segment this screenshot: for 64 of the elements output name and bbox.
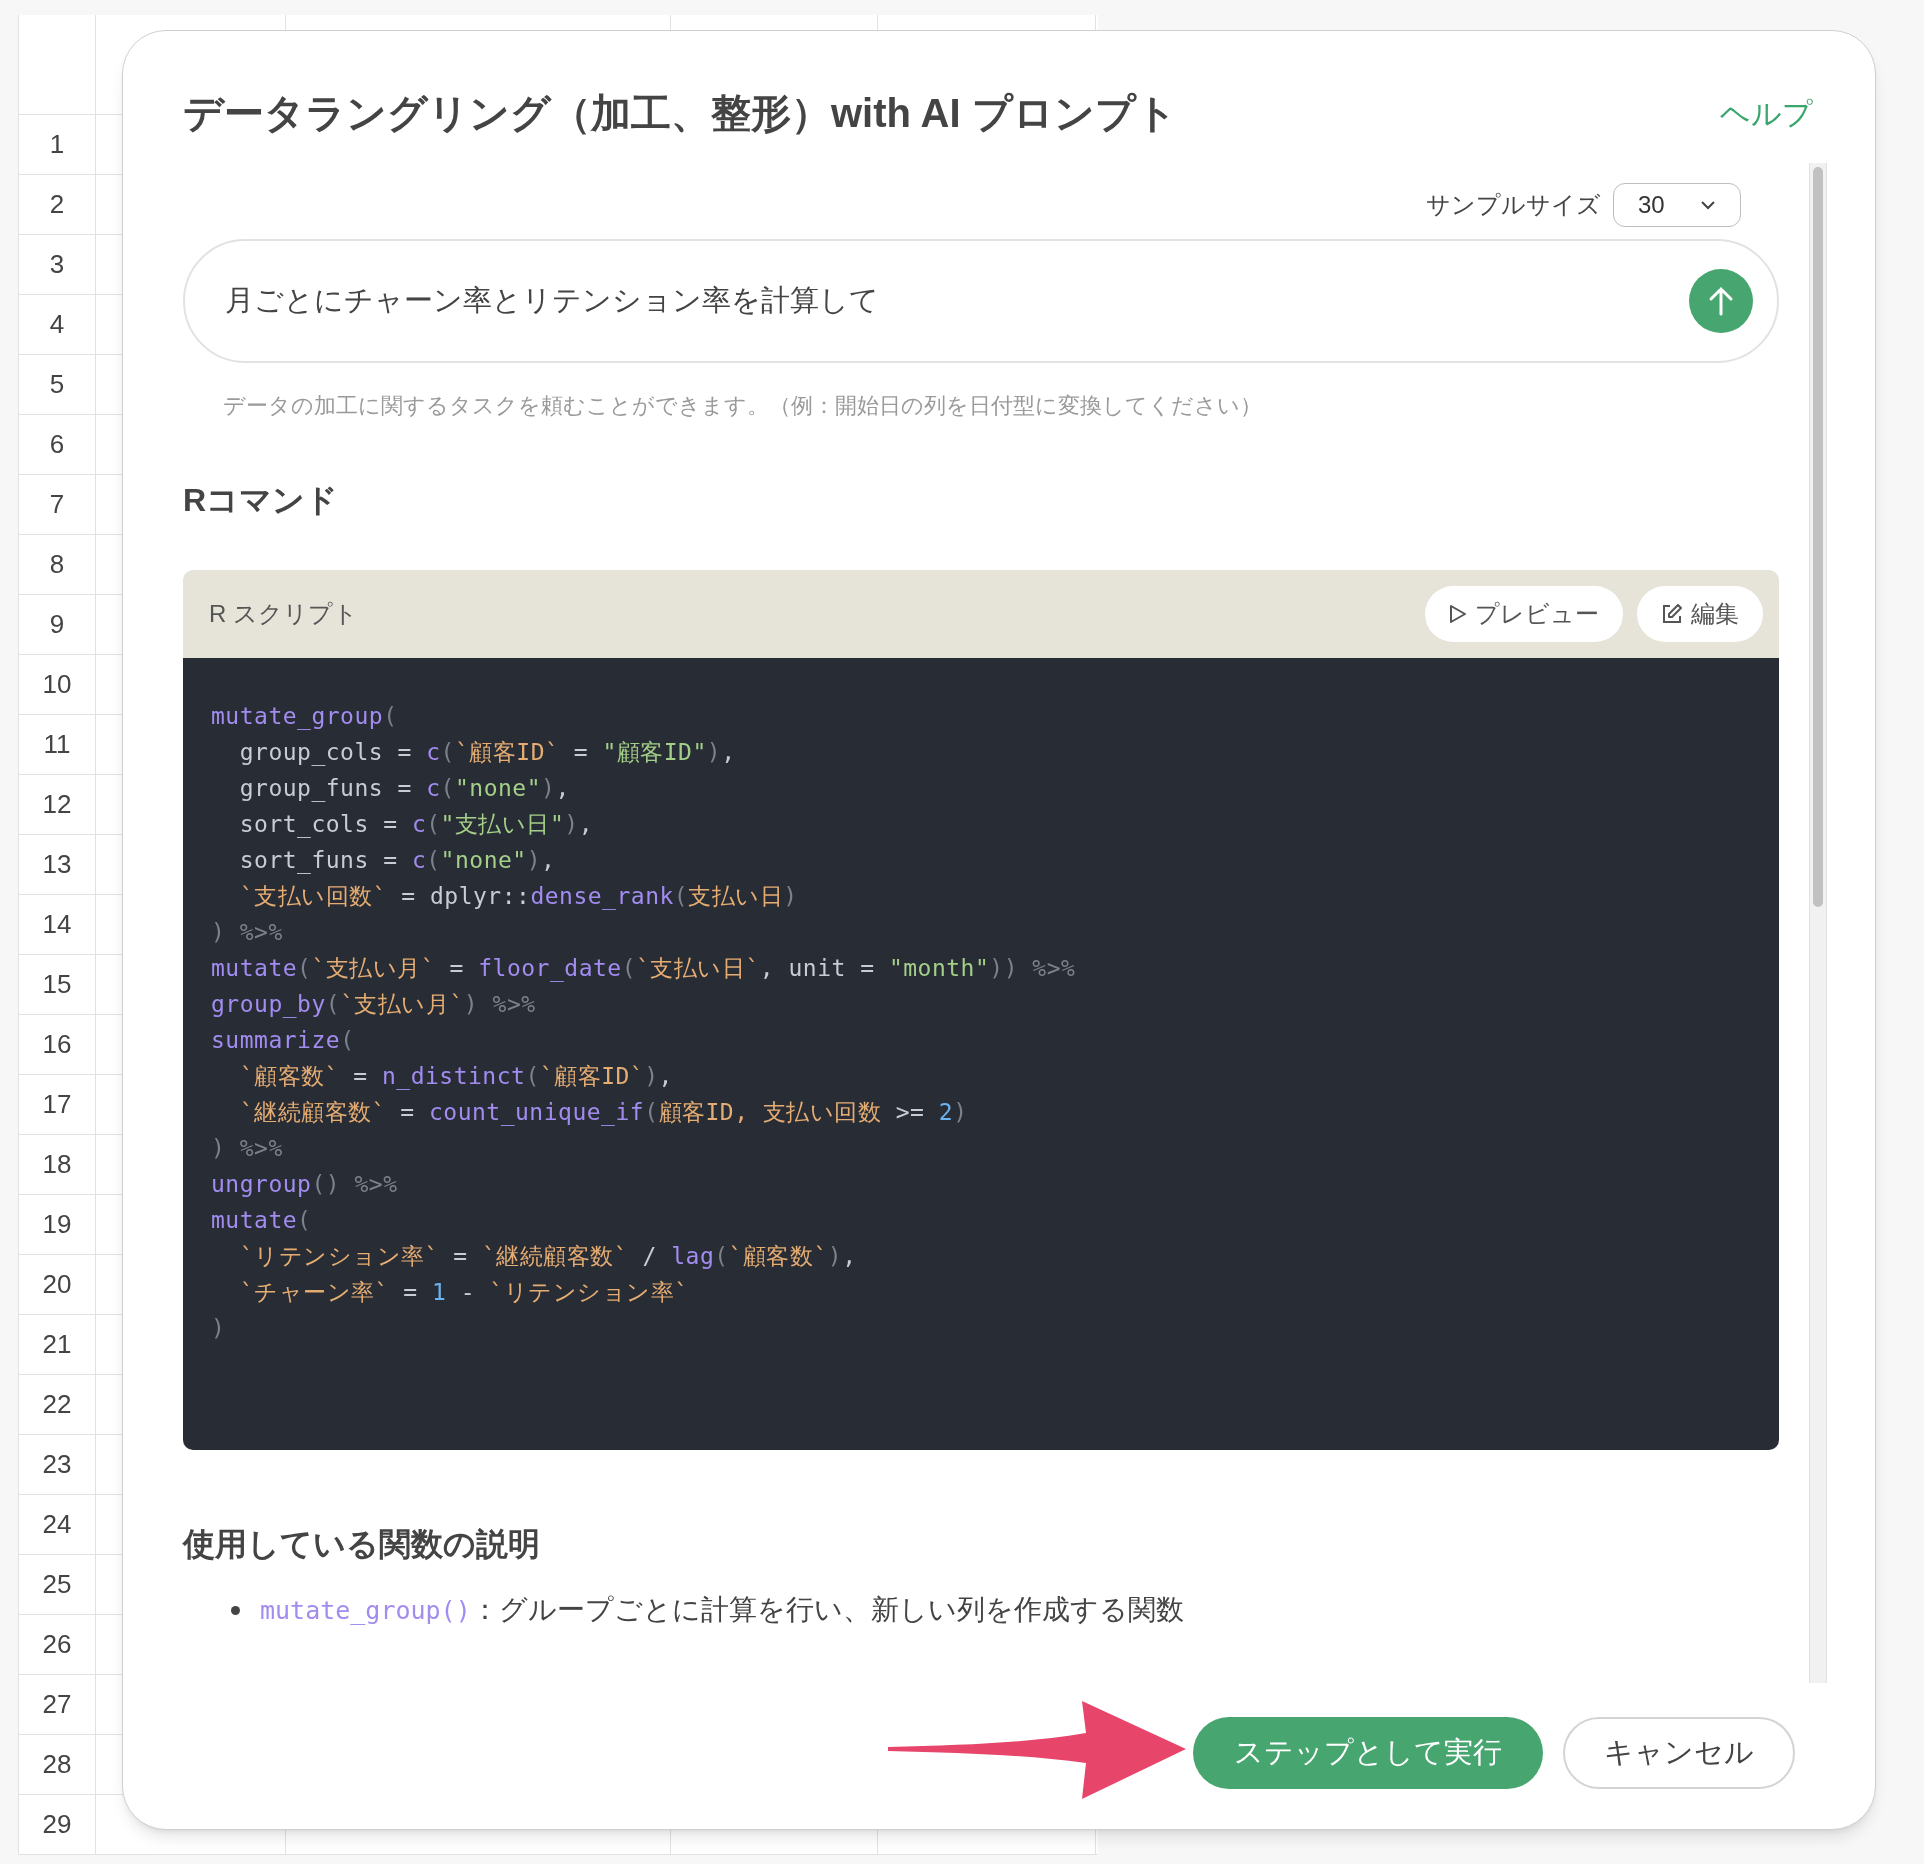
bullet-icon	[231, 1605, 240, 1615]
row-number: 26	[42, 1628, 72, 1661]
chevron-down-icon	[1700, 200, 1716, 210]
code-line: ) %>%	[211, 918, 283, 947]
row-number: 2	[49, 188, 65, 221]
code-line: `継続顧客数` = count_unique_if(顧客ID, 支払い回数 >= 2)	[238, 1098, 968, 1128]
code-line: group_by(`支払い月`) %>%	[211, 990, 536, 1020]
row-number: 15	[42, 968, 72, 1001]
row-number: 1	[49, 128, 65, 161]
edit-icon	[1661, 603, 1683, 625]
row-number: 14	[42, 908, 72, 941]
code-line: ) %>%	[211, 1134, 283, 1163]
code-line: mutate_group(	[211, 702, 398, 732]
function-description: mutate_group()：グループごとに計算を行い、新しい列を作成する関数	[260, 1593, 1184, 1627]
row-number: 18	[42, 1148, 72, 1181]
code-line: sort_funs = c("none"),	[238, 846, 556, 876]
arrow-up-icon	[1708, 286, 1734, 316]
code-line: `支払い回数` = dplyr::dense_rank(支払い日)	[238, 882, 798, 912]
hint-text: データの加工に関するタスクを頼むことができます。（例：開始日の列を日付型に変換してください）	[222, 392, 1263, 420]
row-number: 3	[49, 248, 65, 281]
play-icon	[1449, 604, 1467, 624]
row-number: 20	[42, 1268, 72, 1301]
cancel-button[interactable]: キャンセル	[1563, 1717, 1795, 1789]
section-heading: Rコマンド	[183, 481, 340, 520]
code-line: group_funs = c("none"),	[238, 774, 570, 804]
code-line: summarize(	[211, 1026, 355, 1055]
prompt-field[interactable]: 月ごとにチャーン率とリテンション率を計算して	[183, 239, 1779, 363]
script-title: R スクリプト	[209, 599, 358, 629]
row-number: 25	[42, 1568, 72, 1601]
sample-size-label: サンプルサイズ	[1426, 190, 1601, 220]
row-number: 16	[42, 1028, 72, 1061]
code-line: sort_cols = c("支払い日"),	[238, 810, 593, 840]
code-line: `リテンション率` = `継続顧客数` / lag(`顧客数`),	[238, 1242, 857, 1271]
row-number: 8	[49, 548, 65, 581]
row-number: 22	[42, 1388, 72, 1421]
row-number: 10	[42, 668, 72, 701]
code-line: ungroup() %>%	[211, 1170, 398, 1199]
row-number: 11	[43, 728, 71, 761]
row-number: 12	[42, 788, 72, 821]
code-line: mutate(`支払い月` = floor_date(`支払い日`, unit = "month")) %>%	[211, 954, 1076, 984]
row-number: 27	[42, 1688, 72, 1721]
row-number: 19	[42, 1208, 72, 1241]
row-number: 13	[42, 848, 72, 881]
code-line: `チャーン率` = 1 - `リテンション率`	[238, 1278, 689, 1307]
preview-button[interactable]: プレビュー	[1425, 586, 1623, 642]
code-line: )	[211, 1314, 226, 1343]
row-number: 5	[49, 368, 65, 401]
dialog-title: データラングリング（加工、整形）with AI プロンプト	[183, 90, 1177, 137]
row-number: 21	[42, 1328, 72, 1361]
row-number: 28	[42, 1748, 72, 1781]
row-number: 29	[42, 1808, 72, 1841]
code-line: group_cols = c(`顧客ID` = "顧客ID"),	[238, 738, 736, 768]
row-number: 7	[49, 488, 65, 521]
sample-size-select[interactable]: 30	[1613, 183, 1741, 227]
row-number: 17	[42, 1088, 72, 1121]
row-number: 24	[42, 1508, 72, 1541]
row-number: 9	[49, 608, 65, 641]
row-number: 4	[49, 308, 65, 341]
row-number: 23	[42, 1448, 72, 1481]
edit-button[interactable]: 編集	[1637, 586, 1763, 642]
row-number: 6	[49, 428, 65, 461]
code-line: `顧客数` = n_distinct(`顧客ID`),	[238, 1062, 673, 1092]
section-heading: 使用している関数の説明	[183, 1525, 541, 1564]
code-line: mutate(	[211, 1206, 312, 1235]
